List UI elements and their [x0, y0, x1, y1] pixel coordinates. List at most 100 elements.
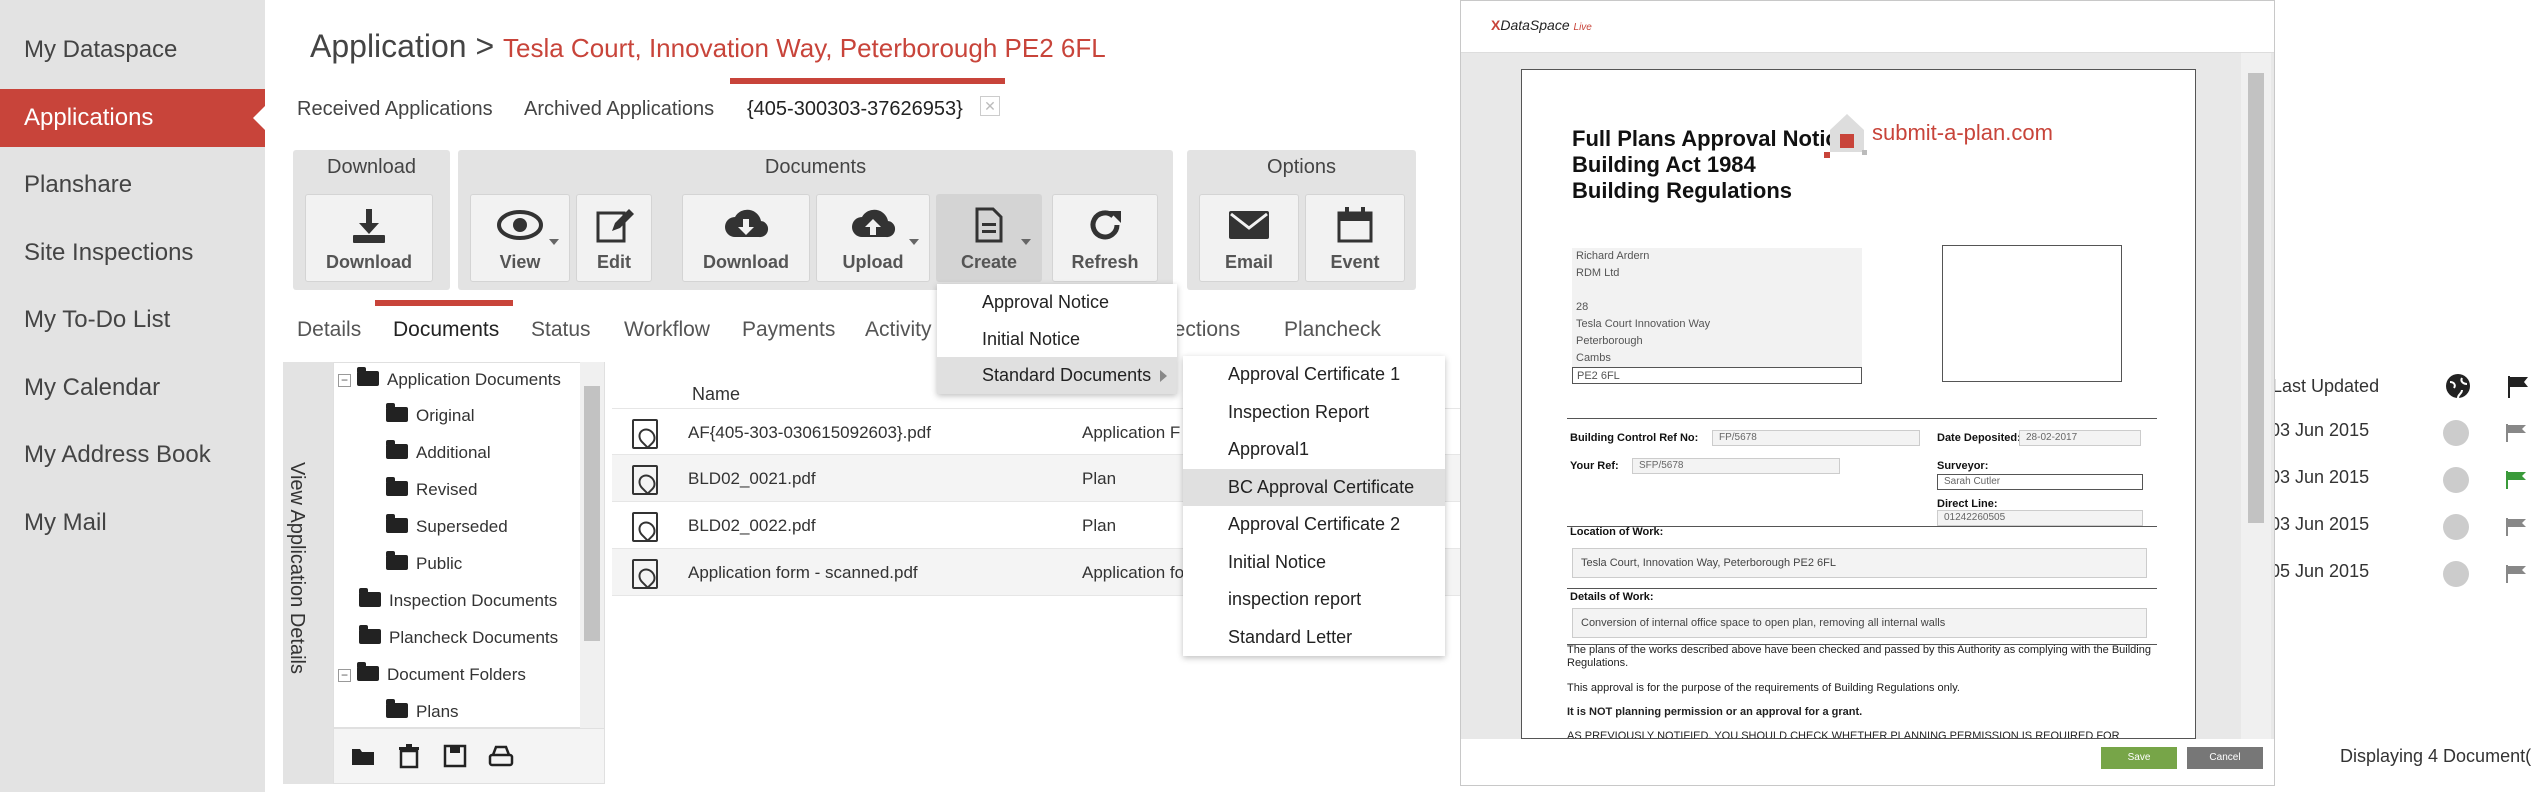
menu-item-inspection-report-lower[interactable]: inspection report — [1183, 581, 1445, 619]
upload-button[interactable]: Upload — [816, 194, 930, 282]
tab-archived-applications[interactable]: Archived Applications — [524, 98, 714, 121]
collapse-icon[interactable]: − — [338, 374, 351, 387]
updated-cell: 03 Jun 2015 — [2270, 467, 2370, 487]
tree-label: Additional — [416, 443, 491, 462]
menu-item-approval-certificate-1[interactable]: Approval Certificate 1 — [1183, 356, 1445, 394]
tree-item-plancheck-documents[interactable]: Plancheck Documents — [359, 625, 558, 648]
tab-current-application[interactable]: {405-300303-37626953} — [747, 98, 963, 121]
flag-icon[interactable] — [2506, 565, 2528, 583]
dataspace-logo: XDataSpace Live — [1491, 17, 1592, 33]
submit-a-plan-house-logo — [1824, 114, 1867, 158]
envelope-icon — [1229, 211, 1269, 239]
sidebar-item-my-dataspace[interactable]: My Dataspace — [0, 21, 265, 79]
globe-icon[interactable] — [2443, 561, 2469, 587]
flag-icon[interactable] — [2506, 518, 2528, 536]
preview-scrollbar-thumb[interactable] — [2248, 73, 2264, 523]
menu-item-initial-notice[interactable]: Initial Notice — [937, 321, 1177, 358]
create-button[interactable]: Create — [936, 194, 1042, 282]
divider — [1567, 588, 2157, 589]
sidebar: My Dataspace Applications Planshare Site… — [0, 0, 265, 792]
download-group: Download Download — [293, 150, 450, 290]
updated-cell: 03 Jun 2015 — [2270, 514, 2370, 534]
menu-item-initial-notice-doc[interactable]: Initial Notice — [1183, 544, 1445, 582]
preview-footer: Save Cancel — [1461, 739, 2274, 785]
documents-group: Documents View Edit Download Upload Crea… — [458, 150, 1173, 290]
tree-item-inspection-documents[interactable]: Inspection Documents — [359, 588, 557, 611]
tree-label: Superseded — [416, 517, 508, 536]
bc-ref-label: Building Control Ref No: — [1570, 432, 1699, 444]
tree-item-original[interactable]: Original — [386, 403, 475, 426]
tab-payments[interactable]: Payments — [742, 318, 835, 342]
flag-header-icon[interactable] — [2506, 374, 2530, 398]
title-underline — [730, 78, 1005, 84]
cancel-button[interactable]: Cancel — [2187, 747, 2263, 769]
refresh-button[interactable]: Refresh — [1052, 194, 1158, 282]
tab-activity[interactable]: Activity — [865, 318, 932, 342]
close-tab-icon[interactable]: ✕ — [980, 96, 1000, 116]
sidebar-item-site-inspections[interactable]: Site Inspections — [0, 224, 265, 282]
view-button[interactable]: View — [470, 194, 570, 282]
menu-item-approval-certificate-2[interactable]: Approval Certificate 2 — [1183, 506, 1445, 544]
tree-item-revised[interactable]: Revised — [386, 477, 477, 500]
tab-received-applications[interactable]: Received Applications — [297, 98, 493, 121]
surveyor-label: Surveyor: — [1937, 460, 1989, 472]
menu-item-bc-approval-certificate[interactable]: BC Approval Certificate — [1183, 468, 1445, 506]
menu-item-inspection-report[interactable]: Inspection Report — [1183, 394, 1445, 432]
collapse-icon[interactable]: − — [338, 669, 351, 682]
sidebar-item-todo-list[interactable]: My To-Do List — [0, 291, 265, 349]
email-button[interactable]: Email — [1199, 194, 1299, 282]
view-application-details-toggle[interactable]: View Application Details — [283, 362, 333, 784]
save-button[interactable]: Save — [2101, 747, 2177, 769]
menu-item-standard-letter[interactable]: Standard Letter — [1183, 619, 1445, 657]
create-dropdown-menu: Approval Notice Initial Notice Standard … — [937, 284, 1177, 394]
tree-item-additional[interactable]: Additional — [386, 440, 491, 463]
new-folder-icon[interactable] — [350, 743, 376, 769]
date-deposited-field: 28-02-2017 — [2019, 430, 2141, 446]
tree-scrollbar-thumb[interactable] — [584, 386, 600, 641]
column-header-last-updated[interactable]: Last Updated — [2272, 376, 2379, 397]
tab-plancheck[interactable]: Plancheck — [1284, 318, 1381, 342]
tree-item-public[interactable]: Public — [386, 551, 463, 574]
sidebar-item-my-mail[interactable]: My Mail — [0, 494, 265, 552]
refresh-icon — [1090, 210, 1121, 240]
tab-documents[interactable]: Documents — [393, 318, 499, 342]
preview-scrollbar[interactable] — [2241, 53, 2271, 739]
save-icon[interactable] — [442, 743, 468, 769]
sidebar-item-applications[interactable]: Applications — [0, 89, 265, 147]
doc-title-line-2: Building Act 1984 — [1572, 152, 1756, 177]
trash-icon[interactable] — [396, 743, 422, 769]
sidebar-item-calendar[interactable]: My Calendar — [0, 359, 265, 417]
tab-status[interactable]: Status — [531, 318, 591, 342]
globe-icon[interactable] — [2443, 514, 2469, 540]
column-header-name[interactable]: Name — [692, 384, 740, 405]
title-label: Application — [310, 28, 467, 64]
tree-label: Public — [416, 554, 463, 573]
edit-button[interactable]: Edit — [576, 194, 652, 282]
pdf-icon — [632, 512, 658, 542]
sidebar-item-address-book[interactable]: My Address Book — [0, 426, 265, 484]
flag-icon[interactable] — [2506, 471, 2528, 489]
event-button[interactable]: Event — [1305, 194, 1405, 282]
menu-item-approval1[interactable]: Approval1 — [1183, 431, 1445, 469]
download-group-title: Download — [327, 156, 416, 178]
tree-item-plans[interactable]: Plans — [386, 699, 459, 722]
download-document-button[interactable]: Download — [682, 194, 810, 282]
flag-icon[interactable] — [2506, 424, 2528, 442]
tree-item-document-folders[interactable]: − Document Folders — [338, 662, 526, 685]
address-line: Peterborough — [1572, 333, 1862, 350]
globe-icon[interactable] — [2443, 467, 2469, 493]
menu-item-approval-notice[interactable]: Approval Notice — [937, 284, 1177, 321]
menu-item-standard-documents[interactable]: Standard Documents — [937, 357, 1177, 394]
tree-scrollbar[interactable] — [580, 362, 604, 728]
cloud-download-icon — [725, 209, 769, 238]
drive-icon[interactable] — [488, 743, 514, 769]
tree-item-application-documents[interactable]: − Application Documents — [338, 367, 561, 390]
globe-header-icon[interactable] — [2444, 372, 2472, 400]
globe-icon[interactable] — [2443, 420, 2469, 446]
tab-details[interactable]: Details — [297, 318, 361, 342]
tab-workflow[interactable]: Workflow — [624, 318, 710, 342]
tree-item-superseded[interactable]: Superseded — [386, 514, 508, 537]
download-all-button[interactable]: Download — [305, 194, 433, 282]
sidebar-item-planshare[interactable]: Planshare — [0, 156, 265, 214]
date-deposited-label: Date Deposited: — [1937, 432, 2021, 444]
